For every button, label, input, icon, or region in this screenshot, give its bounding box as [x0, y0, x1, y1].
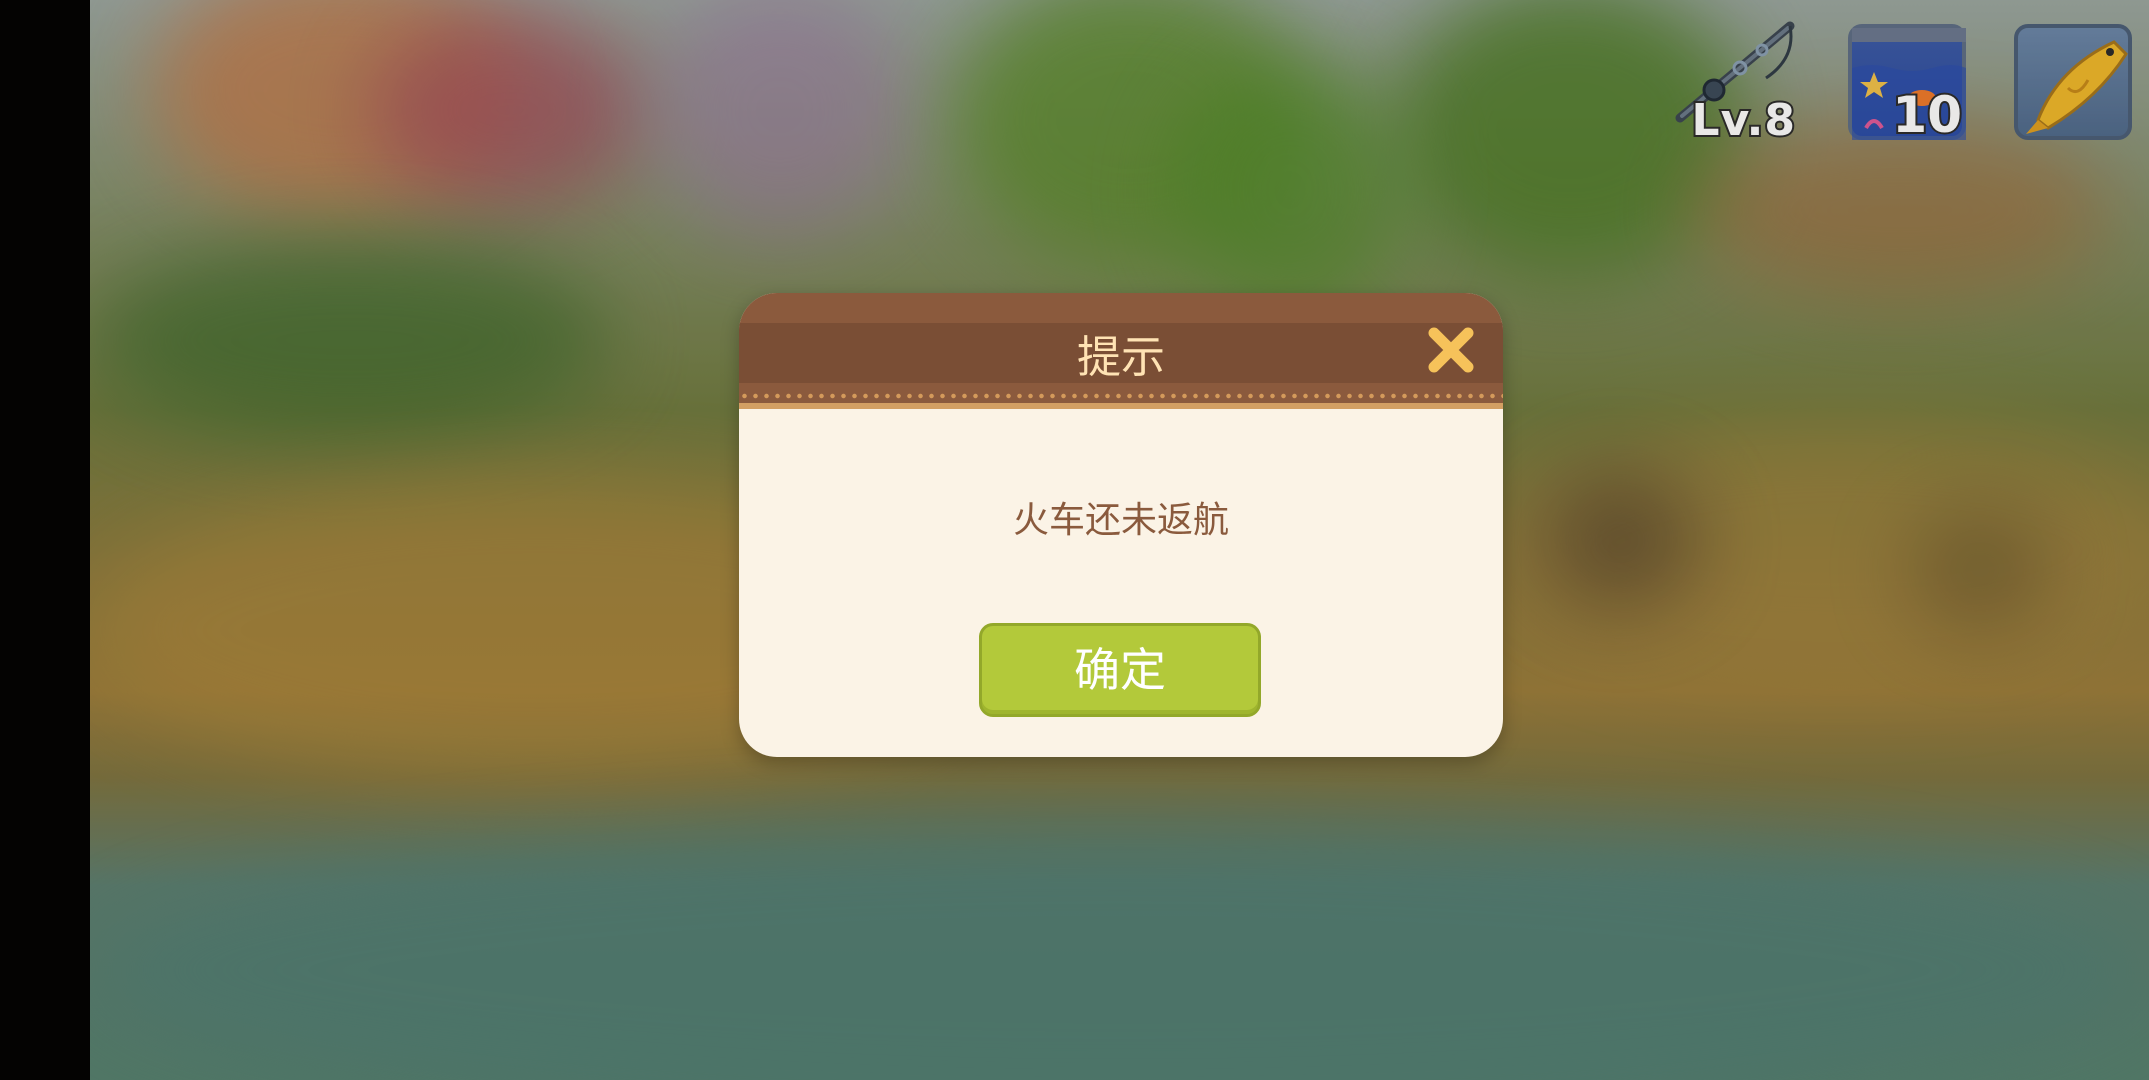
notice-dialog: 提示 火车还未返航 确定	[739, 293, 1503, 757]
close-icon[interactable]	[1424, 323, 1478, 377]
dialog-message: 火车还未返航	[1012, 500, 1229, 541]
header-rim	[739, 403, 1503, 409]
game-screen: Lv.8 10 提示 火车还未返航 确定	[0, 0, 2149, 1080]
dialog-header: 提示	[739, 293, 1503, 409]
confirm-button[interactable]: 确定	[979, 623, 1261, 717]
header-dotted-border	[739, 393, 1503, 399]
dialog-title: 提示	[1077, 332, 1165, 383]
